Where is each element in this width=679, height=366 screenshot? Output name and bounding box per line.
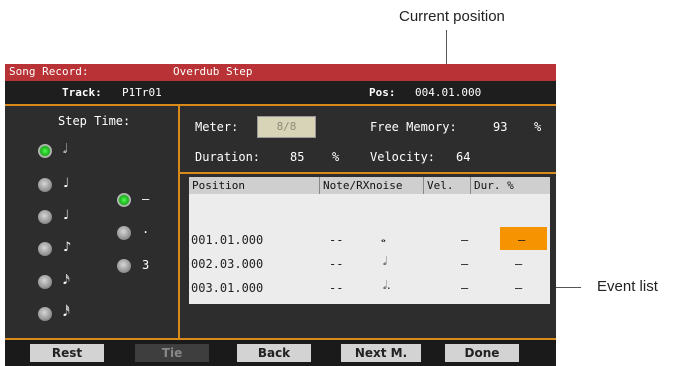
meter-label: Meter:	[195, 120, 239, 134]
row-dur: –	[515, 281, 523, 295]
next-measure-button[interactable]: Next M.	[341, 344, 421, 362]
submode-title: Overdub Step	[173, 65, 253, 78]
dotted-half-note-icon: 𝅗𝅥.	[383, 278, 391, 292]
song-record-screen: Song Record: Overdub Step Track: P1Tr01 …	[5, 64, 556, 366]
quarter-note-icon: ♩	[63, 208, 70, 223]
row-vel: –	[461, 281, 469, 295]
duration-radio-eighth[interactable]	[38, 242, 52, 256]
event-list-callout: Event list	[597, 278, 658, 295]
modifier-label-none: —	[142, 192, 150, 206]
track-value[interactable]: P1Tr01	[122, 86, 162, 99]
back-button[interactable]: Back	[237, 344, 311, 362]
duration-radio-thirty-second[interactable]	[38, 307, 52, 321]
row-note: --	[329, 257, 344, 271]
track-bar: Track: P1Tr01 Pos: 004.01.000	[5, 81, 556, 104]
col-header-vel: Vel.	[424, 177, 471, 194]
row-position: 001.01.000	[191, 233, 264, 247]
free-memory-value: 93	[493, 120, 508, 134]
event-list[interactable]: Position Note/RXnoise Vel. Dur. % 001.01…	[189, 177, 550, 304]
meter-field[interactable]: 8/8	[257, 116, 316, 138]
velocity-value[interactable]: 64	[456, 150, 470, 164]
modifier-radio-dotted[interactable]	[117, 226, 131, 240]
whole-note-icon: 𝅝	[381, 231, 386, 245]
duration-label: Duration:	[195, 150, 261, 164]
half-note-icon: 𝅗𝅥	[63, 142, 68, 157]
frame-line-divider	[178, 106, 180, 340]
row-dur: –	[515, 257, 523, 271]
step-time-title: Step Time:	[58, 114, 131, 128]
frame-line-top	[5, 104, 556, 106]
half-note-icon: 𝅗𝅥	[383, 254, 387, 268]
col-header-dur: Dur. %	[471, 177, 550, 194]
eighth-note-icon: ♪	[63, 240, 72, 255]
duration-radio-sixteenth[interactable]	[38, 275, 52, 289]
col-header-position: Position	[189, 177, 320, 194]
duration-radio-half[interactable]	[38, 144, 52, 158]
sixteenth-note-icon: 𝅘𝅥𝅯	[63, 273, 70, 288]
col-header-note: Note/RXnoise	[320, 177, 424, 194]
row-note: --	[329, 233, 344, 247]
duration-value[interactable]: 85	[290, 150, 304, 164]
modifier-label-dotted: .	[142, 222, 150, 236]
frame-line-params	[180, 172, 556, 174]
thirty-second-note-icon: 𝅘𝅥𝅰	[63, 305, 70, 320]
row-position: 002.03.000	[191, 257, 264, 271]
row-dur: –	[518, 233, 526, 247]
modifier-radio-triplet[interactable]	[117, 259, 131, 273]
duration-unit: %	[332, 150, 340, 164]
mode-title: Song Record:	[9, 65, 89, 78]
row-vel: –	[461, 233, 469, 247]
quarter-note-icon: ♩	[63, 176, 70, 191]
done-button[interactable]: Done	[445, 344, 519, 362]
pos-label: Pos:	[369, 86, 396, 99]
rest-button[interactable]: Rest	[30, 344, 104, 362]
duration-radio-quarter-2[interactable]	[38, 210, 52, 224]
free-memory-label: Free Memory:	[370, 120, 457, 134]
velocity-label: Velocity:	[370, 150, 436, 164]
row-vel: –	[461, 257, 469, 271]
modifier-radio-none[interactable]	[117, 193, 131, 207]
pos-value: 004.01.000	[415, 86, 482, 99]
current-position-callout: Current position	[399, 8, 505, 25]
free-memory-unit: %	[534, 120, 542, 134]
button-bar: Rest Tie Back Next M. Done	[5, 340, 556, 366]
duration-radio-quarter[interactable]	[38, 178, 52, 192]
title-bar: Song Record: Overdub Step	[5, 64, 556, 81]
track-label: Track:	[62, 86, 102, 99]
modifier-label-triplet: 3	[142, 258, 150, 272]
row-note: --	[329, 281, 344, 295]
tie-button[interactable]: Tie	[135, 344, 209, 362]
row-position: 003.01.000	[191, 281, 264, 295]
